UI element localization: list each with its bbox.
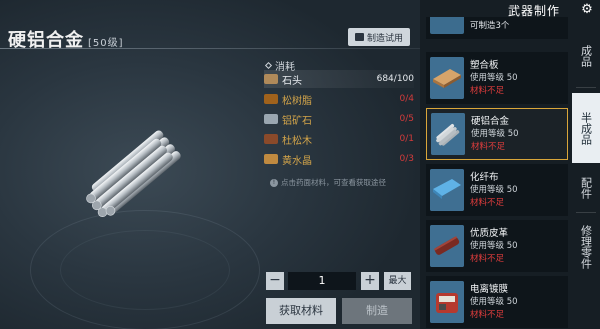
recipe-status: 材料不足: [470, 85, 505, 96]
material-count: 0/3: [399, 154, 414, 164]
recipe-info: 优质皮革 使用等级 50 材料不足: [470, 227, 518, 266]
material-name: 黄水晶: [282, 155, 312, 167]
recipe-status: 材料不足: [470, 197, 505, 208]
craft-button[interactable]: 制造: [342, 298, 412, 324]
quantity-input[interactable]: 1: [288, 272, 356, 290]
item-preview: [20, 60, 260, 329]
trial-icon: [354, 33, 364, 41]
coating-thumb: [430, 281, 464, 323]
aluminum-rods-image: [86, 130, 181, 218]
recipe-level: 使用等级 50: [470, 296, 518, 307]
info-icon: !: [270, 178, 278, 187]
quantity-max-button[interactable]: 最大: [384, 272, 411, 290]
material-hint: ! 点击药面材料，可查看获取途径: [270, 177, 386, 188]
recipe-info: · · 可制造3个: [470, 17, 509, 33]
alloy-thumb: [431, 113, 465, 155]
recipe-info: 化纤布 使用等级 50 材料不足: [470, 171, 518, 210]
recipe-level: 使用等级 50: [470, 72, 518, 83]
material-row[interactable]: 杜松木 0/1: [264, 130, 414, 148]
resin-icon: [264, 94, 278, 104]
recipe-info: 塑合板 使用等级 50 材料不足: [470, 59, 518, 98]
recipe-name: 优质皮革: [470, 227, 509, 239]
recipe-status: 材料不足: [471, 141, 506, 152]
recipe-card[interactable]: 塑合板 使用等级 50 材料不足: [426, 52, 568, 104]
recipe-card-selected[interactable]: 硬铝合金 使用等级 50 材料不足: [426, 108, 568, 160]
recipe-thumb: [430, 17, 464, 34]
material-name: 铝矿石: [282, 115, 312, 127]
recipe-status: 材料不足: [470, 309, 505, 320]
recipe-level: 使用等级 50: [470, 240, 518, 251]
recipe-status: 可制造3个: [470, 20, 510, 31]
recipe-name: 电离镀膜: [470, 283, 509, 295]
recipe-info: 硬铝合金 使用等级 50 材料不足: [471, 115, 519, 154]
material-name: 松树脂: [282, 95, 312, 107]
recipe-card[interactable]: · · 可制造3个: [426, 17, 568, 39]
gear-icon[interactable]: ⚙: [580, 3, 594, 17]
quantity-minus-button[interactable]: −: [266, 272, 284, 290]
material-name: 杜松木: [282, 135, 312, 147]
material-row[interactable]: 石头 684/100: [264, 70, 414, 88]
recipe-card[interactable]: 优质皮革 使用等级 50 材料不足: [426, 220, 568, 272]
material-count: 684/100: [376, 74, 414, 84]
trial-craft-label: 制造试用: [366, 33, 403, 44]
plywood-thumb: [430, 57, 464, 99]
recipe-info: 电离镀膜 使用等级 50 材料不足: [470, 283, 518, 322]
trial-craft-button[interactable]: 制造试用: [348, 28, 410, 46]
material-count: 0/5: [399, 114, 414, 124]
tab-semi-finished[interactable]: 半成品: [572, 93, 600, 163]
header-divider: [0, 48, 420, 49]
diamond-icon: [264, 61, 273, 70]
material-count: 0/1: [399, 134, 414, 144]
aluminum-ore-icon: [264, 114, 278, 124]
material-name: 石头: [282, 75, 302, 87]
recipe-name: 塑合板: [470, 59, 499, 71]
recipe-level: 使用等级 50: [471, 128, 519, 139]
fabric-thumb: [430, 169, 464, 211]
category-tabs: 成品 半成品 配件 修理零件: [572, 17, 600, 329]
recipe-card[interactable]: 电离镀膜 使用等级 50 材料不足: [426, 276, 568, 328]
quantity-plus-button[interactable]: +: [361, 272, 379, 290]
recipe-status: 材料不足: [470, 253, 505, 264]
recipe-name: 化纤布: [470, 171, 499, 183]
get-materials-button[interactable]: 获取材料: [266, 298, 336, 324]
material-row[interactable]: 铝矿石 0/5: [264, 110, 414, 128]
tab-accessories[interactable]: 配件: [572, 167, 600, 209]
tab-repair-parts[interactable]: 修理零件: [572, 217, 600, 277]
tab-divider: [576, 87, 596, 88]
recipe-level: 使用等级 50: [470, 184, 518, 195]
material-count: 0/4: [399, 94, 414, 104]
leather-thumb: [430, 225, 464, 267]
material-hint-text: 点击药面材料，可查看获取途径: [281, 178, 386, 187]
juniper-wood-icon: [264, 134, 278, 144]
recipe-card[interactable]: 化纤布 使用等级 50 材料不足: [426, 164, 568, 216]
tab-finished-products[interactable]: 成品: [572, 35, 600, 77]
material-row[interactable]: 松树脂 0/4: [264, 90, 414, 108]
stone-icon: [264, 74, 278, 84]
material-row[interactable]: 黄水晶 0/3: [264, 150, 414, 168]
tab-divider: [576, 212, 596, 213]
recipe-list[interactable]: · · 可制造3个 塑合板 使用等级 50 材料不足 硬铝合金 使用等级 50 …: [424, 17, 570, 329]
citrine-icon: [264, 154, 278, 164]
recipe-name: 硬铝合金: [471, 115, 510, 127]
